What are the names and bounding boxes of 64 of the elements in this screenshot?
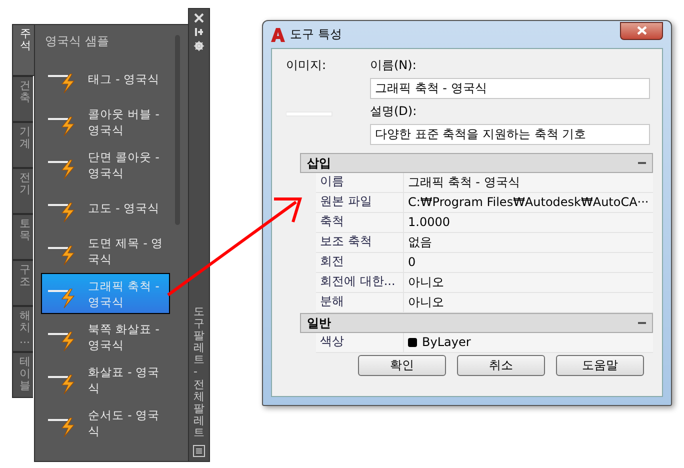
tool-item[interactable]: 북쪽 화살표 - 영국식: [41, 316, 170, 357]
property-name: 회전에 대한...: [316, 273, 404, 292]
palette-tab[interactable]: 해치...: [12, 306, 33, 352]
tool-item[interactable]: 도면 제목 - 영국식: [41, 230, 170, 271]
description-label: 설명(D):: [370, 103, 418, 120]
tool-item[interactable]: 태그 - 영국식: [41, 58, 170, 99]
property-value: 아니오: [407, 274, 445, 291]
name-label: 이름(N):: [370, 57, 418, 74]
description-field[interactable]: 다양한 표준 축척을 지원하는 축척 기호: [370, 124, 650, 145]
tool-item[interactable]: 순서도 - 영국식: [41, 402, 170, 443]
tool-label: 화살표 - 영국식: [88, 364, 160, 396]
tool-item[interactable]: 그래픽 축척 - 영국식: [41, 273, 170, 314]
property-name: 이름: [316, 173, 404, 192]
tool-label: 단면 콜아웃 - 영국식: [88, 148, 160, 180]
property-value: 그래픽 축척 - 영국식: [407, 174, 521, 191]
property-value: ByLayer: [422, 335, 471, 350]
property-name: 분해: [316, 293, 404, 312]
dialog-button[interactable]: 도움말: [556, 355, 644, 376]
palette-tab[interactable]: 토목: [12, 214, 33, 260]
tool-item[interactable]: 단면 콜아웃 - 영국식: [41, 144, 170, 185]
dialog-button[interactable]: 취소: [457, 355, 545, 376]
palette-tab[interactable]: 전기: [12, 168, 33, 214]
property-value: 0: [407, 254, 417, 271]
property-name: 색상: [316, 333, 404, 352]
palette-tab[interactable]: 테이블: [12, 352, 33, 398]
tool-item[interactable]: 고도 - 영국식: [41, 187, 170, 228]
property-value: 없음: [407, 234, 433, 251]
section-header[interactable]: 삽입: [300, 153, 653, 173]
tool-item[interactable]: 화살표 - 영국식: [41, 359, 170, 400]
tool-label: 순서도 - 영국식: [88, 406, 160, 438]
property-value: C:₩Program Files₩Autodesk₩AutoCA···: [407, 194, 650, 211]
tool-item[interactable]: 콜아웃 버블 - 영국식: [41, 101, 170, 142]
palette-tab[interactable]: 주석: [12, 24, 34, 76]
section-title: 삽입: [307, 154, 331, 172]
property-value: 아니오: [407, 294, 445, 311]
image-label: 이미지:: [286, 57, 328, 74]
palette-title: 영국식 샘플: [44, 33, 110, 50]
tool-label: 그래픽 축척 - 영국식: [88, 278, 160, 310]
app-logo-icon: [271, 28, 285, 42]
palette-tab[interactable]: 기계: [12, 122, 33, 168]
palette-side-title: 도구 팔레트 - 전체 팔레트: [194, 306, 204, 439]
tool-label: 북쪽 화살표 - 영국식: [88, 320, 160, 352]
dialog-button[interactable]: 확인: [358, 355, 446, 376]
name-field[interactable]: 그래픽 축척 - 영국식: [370, 78, 650, 99]
property-name: 원본 파일: [316, 193, 404, 212]
property-name: 보조 축척: [316, 233, 404, 252]
palette-grid-icon[interactable]: [193, 445, 205, 457]
tool-label: 고도 - 영국식: [88, 200, 160, 216]
palette-tab[interactable]: 구조: [12, 260, 33, 306]
close-icon: [636, 26, 646, 35]
section-header[interactable]: 일반: [300, 313, 653, 333]
tool-label: 도면 제목 - 영국식: [88, 234, 164, 266]
property-name: 회전: [316, 253, 404, 272]
close-button[interactable]: [620, 22, 663, 40]
auto-hide-icon[interactable]: [194, 27, 204, 37]
palette-tab[interactable]: 건축: [12, 76, 33, 122]
property-name: 축척: [316, 213, 404, 232]
window-title: 도구 특성: [290, 26, 342, 43]
section-title: 일반: [307, 314, 331, 332]
property-value: 1.0000: [407, 214, 451, 231]
tool-label: 태그 - 영국식: [88, 70, 160, 86]
tool-label: 콜아웃 버블 - 영국식: [88, 106, 160, 138]
settings-icon[interactable]: [194, 41, 204, 51]
close-icon[interactable]: [194, 13, 204, 23]
